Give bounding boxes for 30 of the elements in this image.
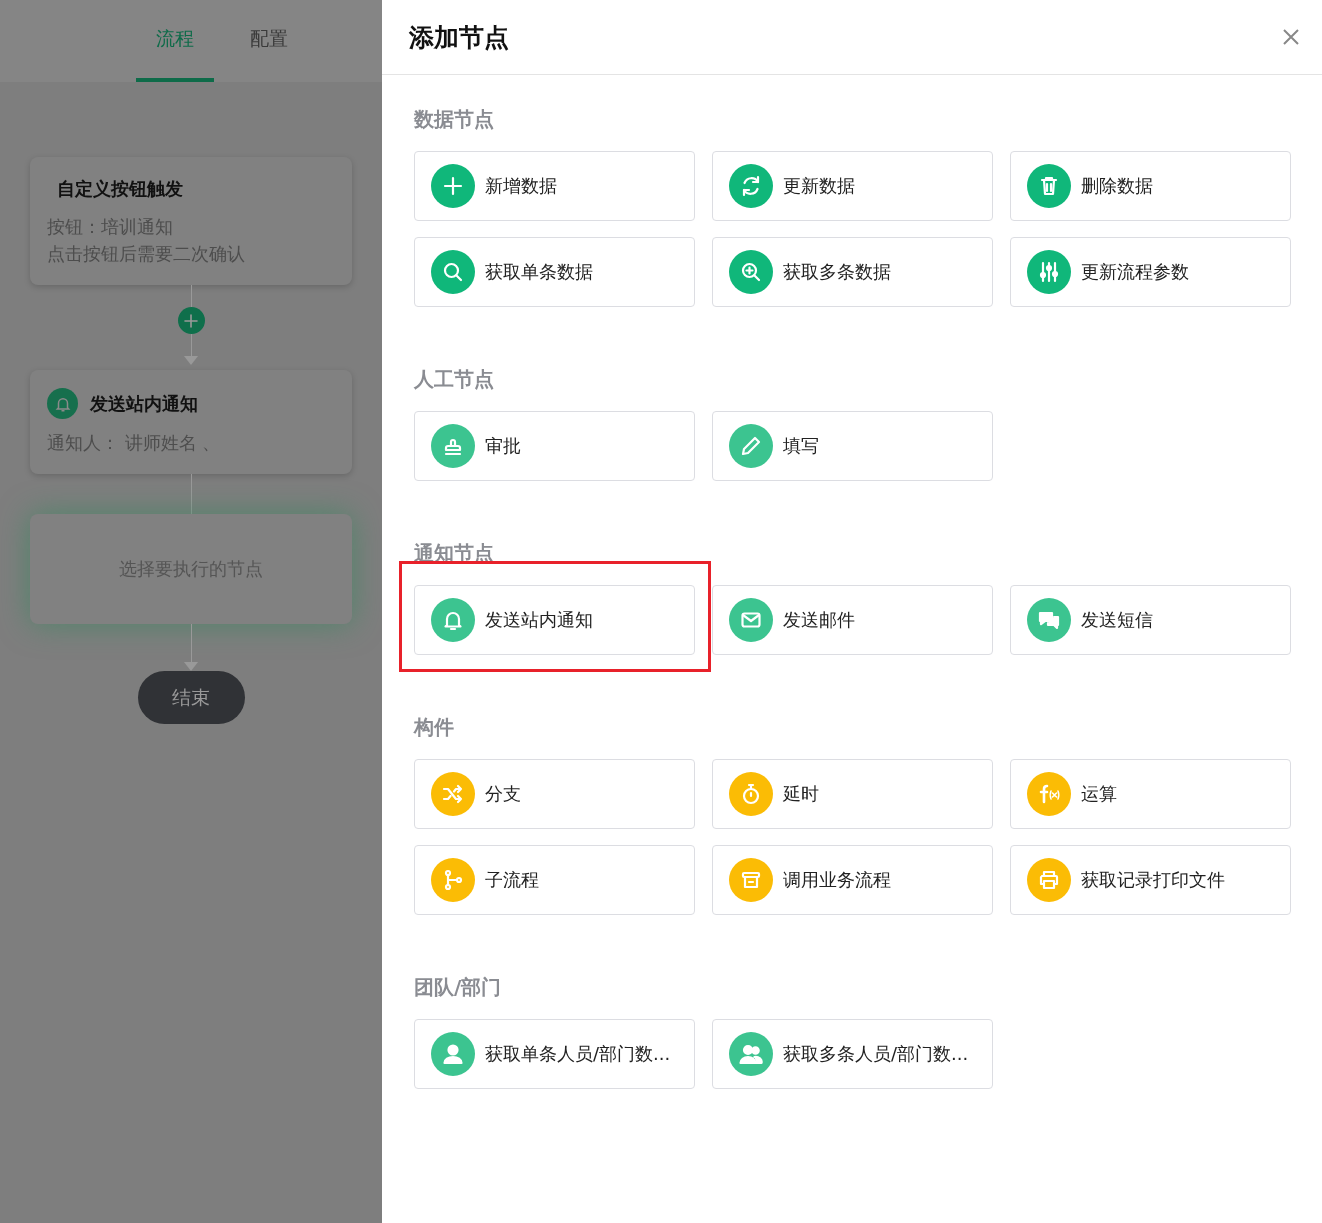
node-option[interactable]: 更新流程参数 (1010, 237, 1291, 307)
node-option[interactable]: 获取多条数据 (712, 237, 993, 307)
section-title: 团队/部门 (414, 975, 503, 999)
node-option[interactable]: 更新数据 (712, 151, 993, 221)
node-option[interactable]: 分支 (414, 759, 695, 829)
node-option[interactable]: 填写 (712, 411, 993, 481)
node-option[interactable]: 延时 (712, 759, 993, 829)
section-title: 人工节点 (414, 367, 495, 391)
node-option[interactable]: 发送邮件 (712, 585, 993, 655)
drawer-title: 添加节点 (409, 21, 509, 54)
section-title: 数据节点 (414, 107, 495, 131)
node-option[interactable]: 获取记录打印文件 (1010, 845, 1291, 915)
node-option[interactable]: 获取单条数据 (414, 237, 695, 307)
end-node: 结束 (137, 671, 245, 724)
node-option[interactable]: 发送站内通知 (414, 585, 695, 655)
bell-icon (47, 388, 78, 419)
node-option[interactable]: 审批 (414, 411, 695, 481)
section-title: 构件 (414, 715, 455, 739)
add-node-button[interactable] (177, 307, 205, 334)
node-option[interactable]: 调用业务流程 (712, 845, 993, 915)
node-option[interactable]: 新增数据 (414, 151, 695, 221)
node-option[interactable]: 发送短信 (1010, 585, 1291, 655)
node-option[interactable]: 获取多条人员/部门数... (712, 1019, 993, 1089)
node-option[interactable]: 获取单条人员/部门数... (414, 1019, 695, 1089)
plus-icon (183, 312, 199, 329)
node-title: 自定义按钮触发 (56, 177, 183, 201)
node-title: 发送站内通知 (90, 391, 198, 416)
node-option[interactable]: 删除数据 (1010, 151, 1291, 221)
node-option[interactable]: 运算 (1010, 759, 1291, 829)
node-option[interactable]: 子流程 (414, 845, 695, 915)
